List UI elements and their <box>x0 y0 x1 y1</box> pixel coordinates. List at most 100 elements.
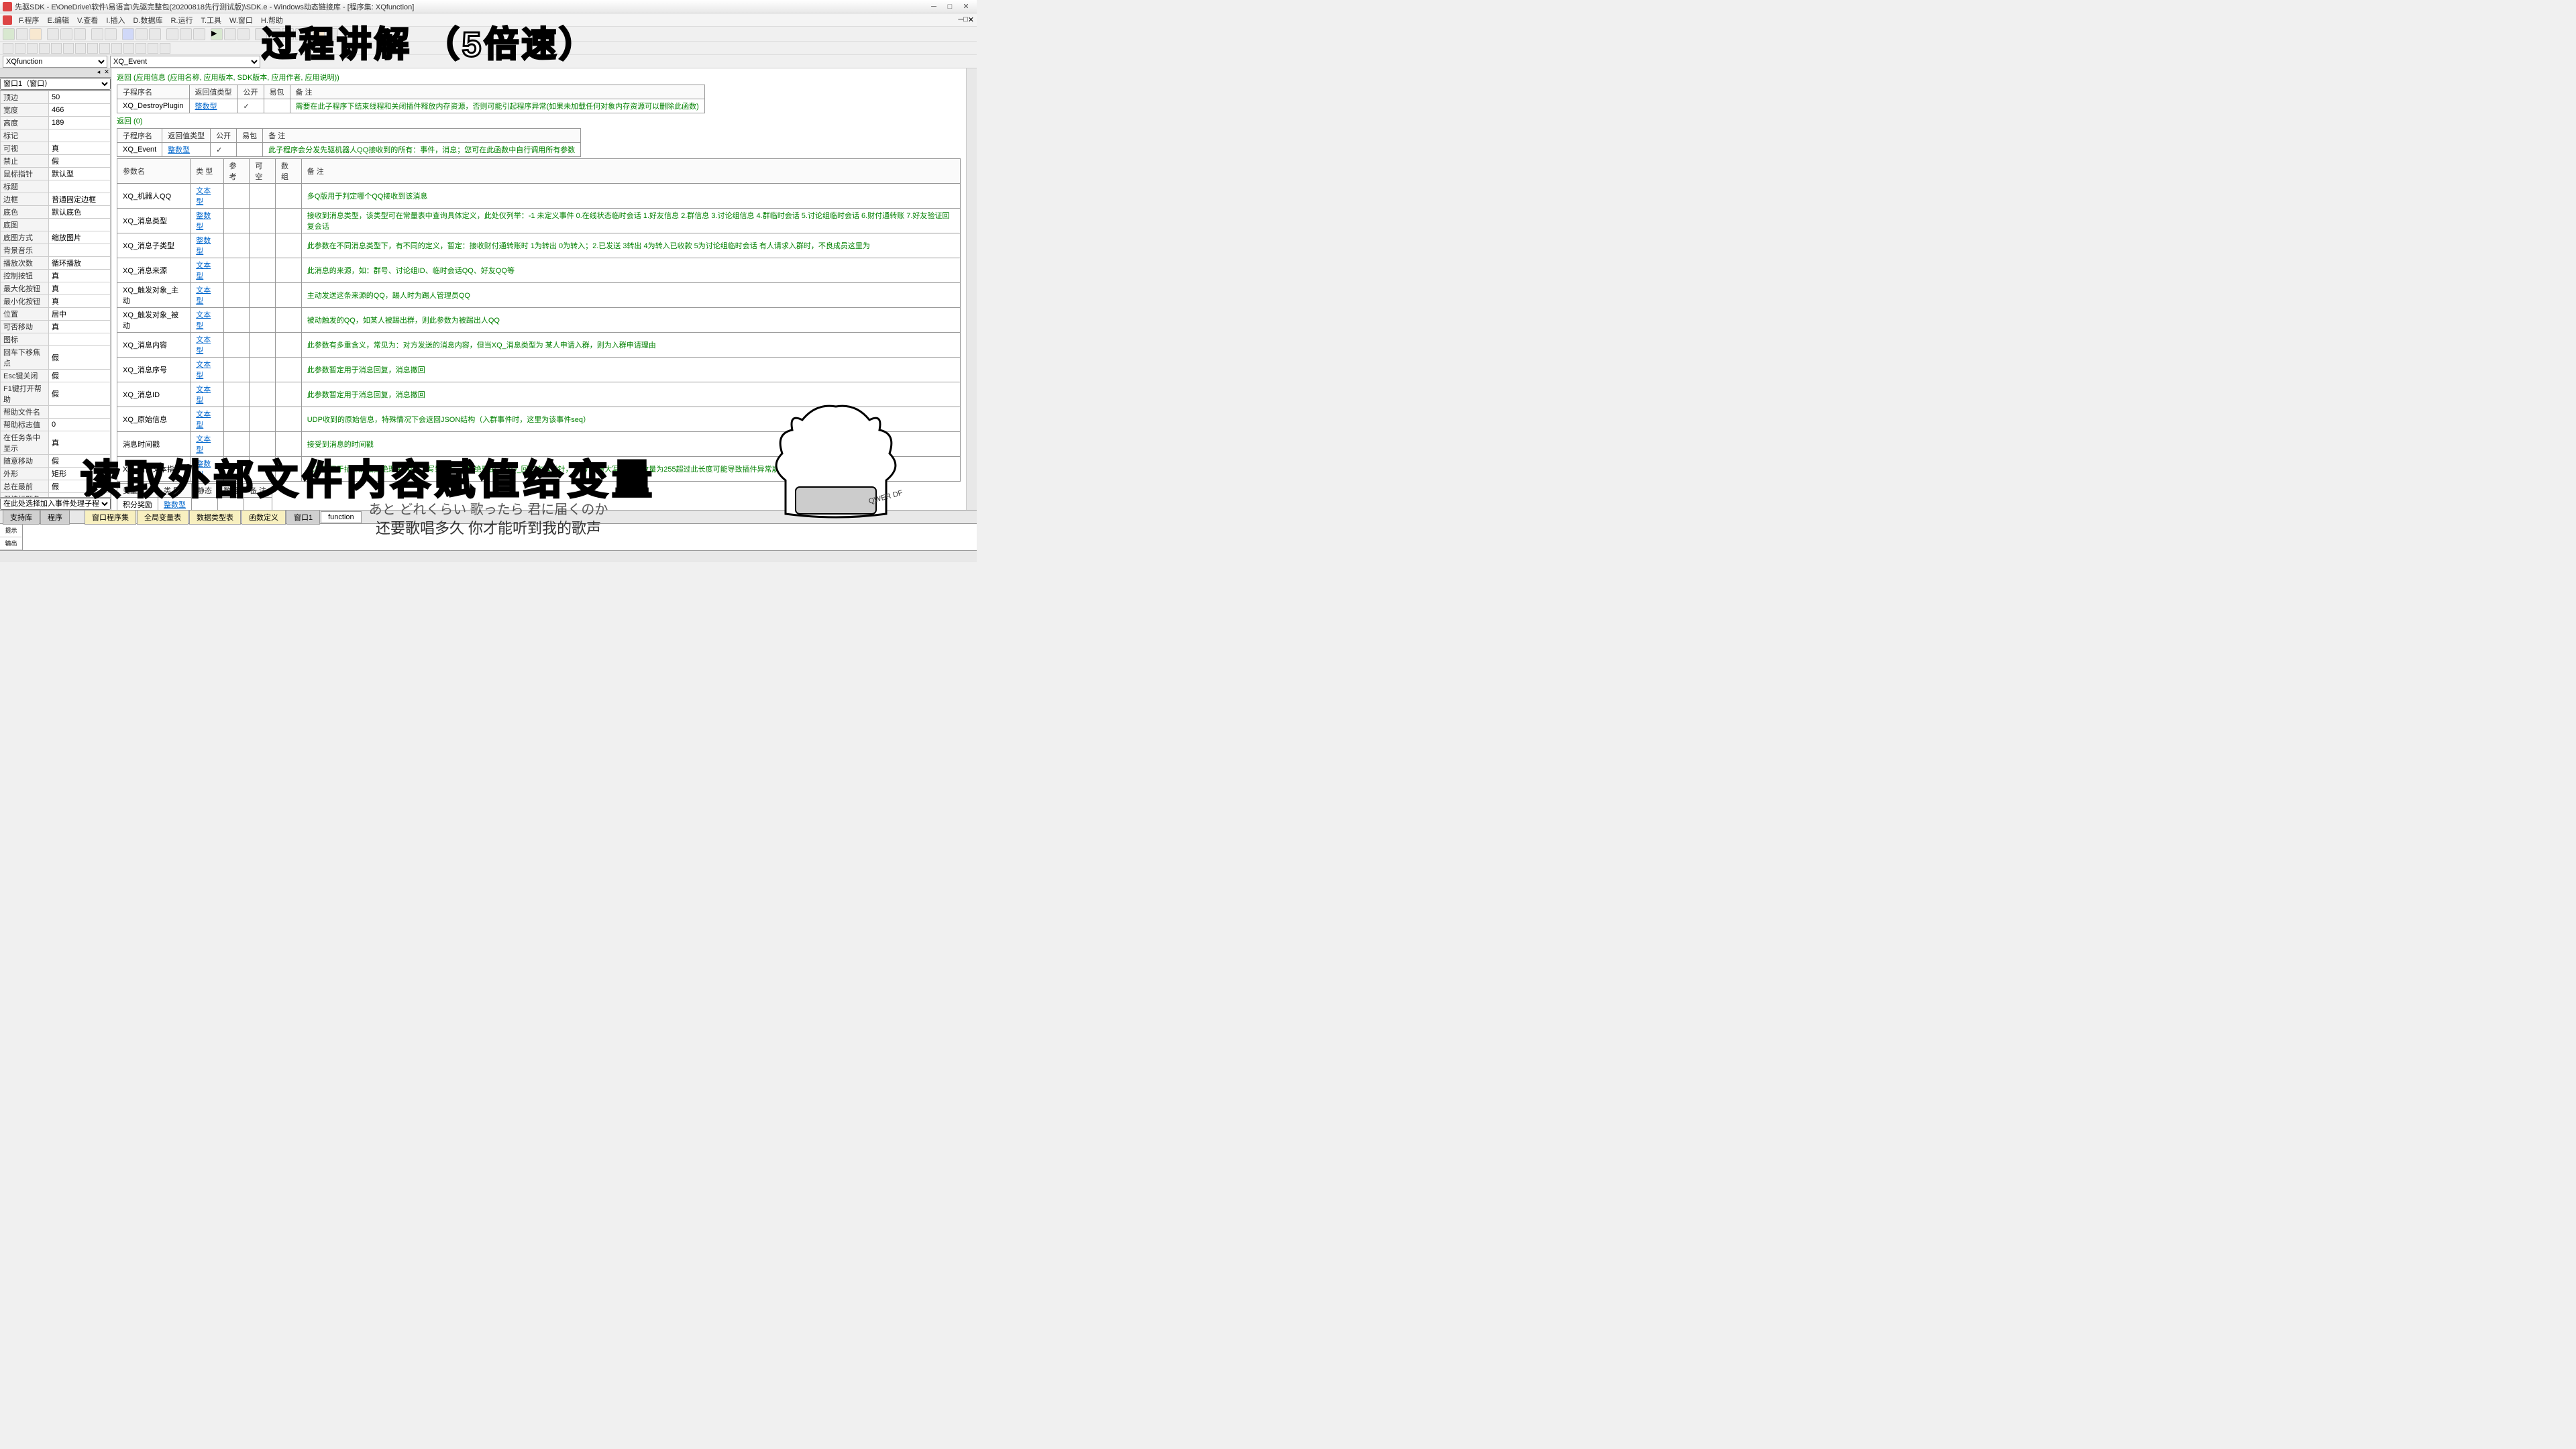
tb-b2[interactable] <box>149 28 161 40</box>
property-grid[interactable]: 顶边50宽度466高度189标记可视真禁止假鼠标指针默认型标题边框普通固定边框底… <box>0 91 111 497</box>
scrollbar-right[interactable] <box>966 68 977 510</box>
prop-value[interactable]: 假 <box>49 382 111 406</box>
al-5[interactable] <box>51 43 62 54</box>
tab-m1[interactable]: 全局变量表 <box>137 510 189 525</box>
prop-value[interactable]: 真 <box>49 431 111 455</box>
tb-stepout[interactable] <box>282 28 294 40</box>
menu-item[interactable]: R.运行 <box>166 17 197 25</box>
menu-item[interactable]: V.查看 <box>73 17 102 25</box>
prop-value[interactable]: 假 <box>49 455 111 468</box>
tb-paste[interactable] <box>74 28 86 40</box>
combo-left[interactable]: XQfunction <box>3 56 107 68</box>
tab-program[interactable]: 程序 <box>40 510 70 525</box>
prop-value[interactable]: 缩放图片 <box>49 231 111 244</box>
menu-item[interactable]: T.工具 <box>197 17 225 25</box>
panel-pin[interactable]: ◂ <box>95 68 103 77</box>
maximize-button[interactable]: □ <box>942 1 958 12</box>
tb-copy[interactable] <box>60 28 72 40</box>
tb-step[interactable] <box>255 28 267 40</box>
tb-new[interactable] <box>3 28 15 40</box>
prop-value[interactable]: 默认底色 <box>49 206 111 219</box>
tb-b5[interactable] <box>193 28 205 40</box>
tb-compile[interactable] <box>313 28 325 40</box>
tb-stepover[interactable] <box>268 28 280 40</box>
menu-item[interactable]: I.插入 <box>102 17 129 25</box>
code-editor[interactable]: 返回 (应用信息 (应用名称, 应用版本, SDK版本, 应用作者, 应用说明)… <box>111 68 966 510</box>
prop-value[interactable]: 假 <box>49 155 111 168</box>
prop-value[interactable]: 0 <box>49 419 111 431</box>
menu-item[interactable]: E.编辑 <box>44 17 73 25</box>
tb-run[interactable]: ▶ <box>211 28 223 40</box>
tab-m5[interactable]: function <box>321 511 362 523</box>
prop-value[interactable]: 居中 <box>49 308 111 321</box>
prop-value[interactable]: 普通固定边框 <box>49 193 111 206</box>
tb-save[interactable] <box>30 28 42 40</box>
prop-value[interactable]: 466 <box>49 104 111 117</box>
tab-m4[interactable]: 窗口1 <box>286 510 320 525</box>
prop-value[interactable] <box>49 406 111 419</box>
prop-value[interactable] <box>49 244 111 257</box>
tb-redo[interactable] <box>105 28 117 40</box>
minimize-button[interactable]: ─ <box>926 1 942 12</box>
event-selector[interactable]: 在此处选择加入事件处理子程序 <box>0 498 111 510</box>
tb-cut[interactable] <box>47 28 59 40</box>
tb-open[interactable] <box>16 28 28 40</box>
tab-m0[interactable]: 窗口程序集 <box>85 510 136 525</box>
menu-item[interactable]: F.程序 <box>15 17 44 25</box>
al-6[interactable] <box>63 43 74 54</box>
bp-tip[interactable]: 提示 <box>0 524 22 537</box>
al-12[interactable] <box>136 43 146 54</box>
prop-value[interactable] <box>49 219 111 231</box>
prop-value[interactable] <box>49 180 111 193</box>
menu-item[interactable]: H.帮助 <box>257 17 287 25</box>
al-13[interactable] <box>148 43 158 54</box>
tb-pause[interactable] <box>224 28 236 40</box>
al-8[interactable] <box>87 43 98 54</box>
al-9[interactable] <box>99 43 110 54</box>
tb-b4[interactable] <box>180 28 192 40</box>
al-11[interactable] <box>123 43 134 54</box>
mdi-restore[interactable]: □ <box>963 15 968 24</box>
prop-value[interactable]: 真 <box>49 142 111 155</box>
prop-value[interactable]: 假 <box>49 480 111 493</box>
prop-value[interactable]: 循环播放 <box>49 257 111 270</box>
menu-item[interactable]: D.数据库 <box>129 17 166 25</box>
panel-close[interactable]: ✕ <box>103 68 111 77</box>
menu-item[interactable]: W.窗口 <box>225 17 257 25</box>
prop-value[interactable]: 真 <box>49 282 111 295</box>
prop-value[interactable]: 真 <box>49 270 111 282</box>
tb-b6[interactable] <box>326 28 338 40</box>
tab-support[interactable]: 支持库 <box>3 510 40 525</box>
al-4[interactable] <box>39 43 50 54</box>
tb-bp[interactable] <box>295 28 307 40</box>
tb-b1[interactable] <box>136 28 148 40</box>
prop-value[interactable] <box>49 129 111 142</box>
mdi-minimize[interactable]: ─ <box>958 15 963 24</box>
prop-value[interactable] <box>49 333 111 346</box>
tb-find[interactable] <box>122 28 134 40</box>
prop-value[interactable]: 矩形 <box>49 468 111 480</box>
prop-value[interactable]: 假 <box>49 370 111 382</box>
prop-value[interactable]: 50 <box>49 91 111 104</box>
prop-value[interactable]: 189 <box>49 117 111 129</box>
prop-value[interactable]: 真 <box>49 321 111 333</box>
al-2[interactable] <box>15 43 25 54</box>
tb-undo[interactable] <box>91 28 103 40</box>
tb-stop[interactable] <box>237 28 250 40</box>
combo-right[interactable]: XQ_Event <box>110 56 260 68</box>
tb-b3[interactable] <box>166 28 178 40</box>
tab-m3[interactable]: 函数定义 <box>241 510 286 525</box>
al-10[interactable] <box>111 43 122 54</box>
al-3[interactable] <box>27 43 38 54</box>
close-button[interactable]: ✕ <box>958 1 974 12</box>
mdi-close[interactable]: ✕ <box>968 15 974 24</box>
al-7[interactable] <box>75 43 86 54</box>
bp-output[interactable]: 输出 <box>0 537 22 551</box>
al-1[interactable] <box>3 43 13 54</box>
tab-m2[interactable]: 数据类型表 <box>189 510 241 525</box>
prop-value[interactable]: 默认型 <box>49 168 111 180</box>
al-14[interactable] <box>160 43 170 54</box>
prop-value[interactable]: 假 <box>49 346 111 370</box>
prop-value[interactable]: 真 <box>49 295 111 308</box>
object-selector[interactable]: 窗口1（窗口） <box>0 78 111 90</box>
